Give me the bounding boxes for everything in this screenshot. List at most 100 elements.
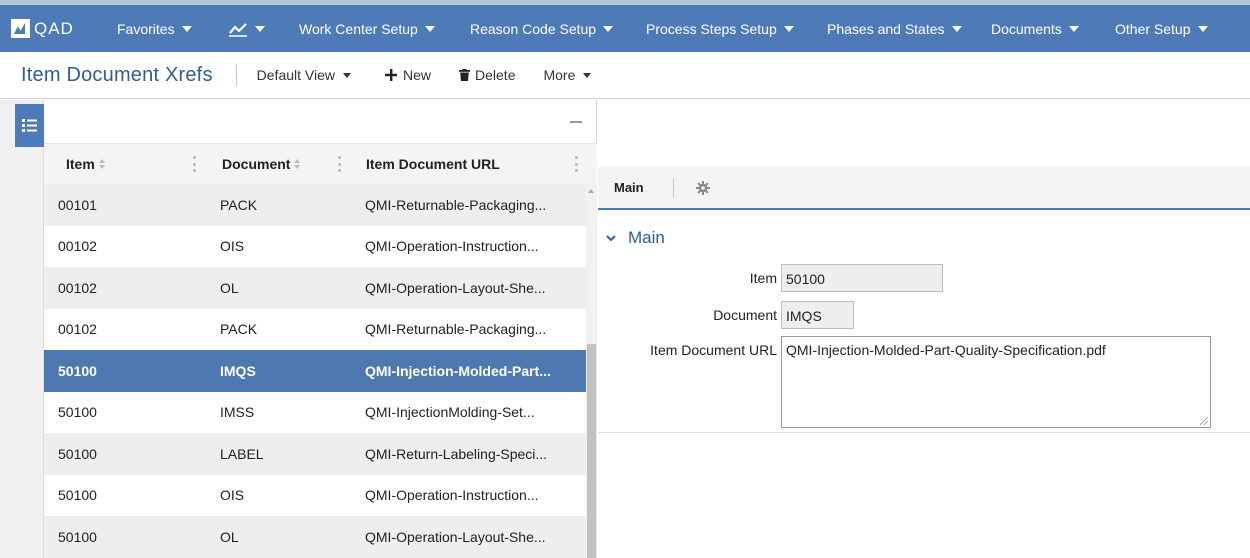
toolbar: Item Document Xrefs Default View New Del… — [0, 52, 1250, 99]
cell-item: 00102 — [58, 321, 97, 338]
document-label: Document — [713, 307, 777, 323]
caret-down-icon — [1068, 25, 1079, 32]
delete-label: Delete — [475, 67, 516, 83]
new-label: New — [403, 67, 432, 83]
caret-down-icon — [343, 72, 351, 78]
table-row[interactable]: 50100 OIS QMI-Operation-Instruction... — [44, 475, 586, 517]
table-row[interactable]: 00102 PACK QMI-Returnable-Packaging... — [44, 309, 586, 351]
column-menu-icon[interactable] — [575, 156, 578, 172]
section-main-title: Main — [628, 228, 665, 247]
nav-reason-code-setup-label: Reason Code Setup — [470, 20, 597, 37]
nav-favorites-label: Favorites — [117, 20, 175, 37]
item-document-url-label: Item Document URL — [650, 342, 777, 358]
nav-favorites[interactable]: Favorites — [117, 5, 225, 52]
cell-url: QMI-Operation-Instruction... — [365, 238, 539, 255]
cell-item: 50100 — [58, 445, 97, 462]
column-header-item[interactable]: Item — [44, 144, 204, 184]
logo-text: QAD — [34, 18, 74, 38]
item-field: 50100 — [781, 264, 943, 292]
item-document-url-textarea[interactable]: QMI-Injection-Molded-Part-Quality-Specif… — [781, 336, 1211, 428]
column-header-item-label: Item — [66, 156, 95, 172]
cell-document: IMSS — [220, 404, 255, 421]
caret-down-icon — [783, 25, 794, 32]
sort-icon — [294, 159, 301, 169]
column-menu-icon[interactable] — [193, 156, 196, 172]
caret-down-icon — [603, 25, 614, 32]
sort-icon — [98, 159, 105, 169]
cell-document: PACK — [220, 321, 258, 338]
left-rail — [0, 100, 44, 558]
cell-item: 00102 — [58, 238, 97, 255]
toolbar-divider — [235, 64, 237, 86]
nav-work-center-setup-label: Work Center Setup — [299, 20, 418, 37]
column-menu-icon[interactable] — [338, 156, 341, 172]
table-row[interactable]: 00102 OL QMI-Operation-Layout-She... — [44, 267, 586, 309]
scrollbar-thumb[interactable] — [587, 344, 596, 558]
page-title: Item Document Xrefs — [21, 63, 213, 86]
document-field: IMQS — [781, 301, 854, 329]
cell-url: QMI-Returnable-Packaging... — [365, 196, 547, 213]
nav-phases-and-states[interactable]: Phases and States — [827, 5, 991, 52]
table-row[interactable]: 50100 IMQS QMI-Injection-Molded-Part... — [44, 350, 586, 392]
cell-url: QMI-Operation-Layout-She... — [365, 528, 546, 545]
form-row-item: Item 50100 — [598, 264, 943, 292]
column-header-document-label: Document — [222, 156, 291, 172]
more-label: More — [543, 67, 576, 83]
resize-grip-icon[interactable] — [1200, 417, 1208, 425]
caret-down-icon — [1197, 25, 1208, 32]
cell-url: QMI-Return-Labeling-Speci... — [365, 445, 548, 462]
qad-logo[interactable]: QAD — [0, 19, 117, 39]
plus-icon — [385, 69, 397, 81]
nav-documents-label: Documents — [991, 20, 1062, 37]
chevron-down-icon — [606, 235, 616, 242]
section-main-header[interactable]: Main — [606, 228, 665, 248]
list-view-button[interactable] — [15, 104, 44, 147]
tab-main[interactable]: Main — [614, 180, 644, 195]
grid-rows: 00101 PACK QMI-Returnable-Packaging... 0010… — [44, 184, 586, 558]
table-row[interactable]: 00101 PACK QMI-Returnable-Packaging... — [44, 184, 586, 226]
gear-icon[interactable] — [695, 180, 710, 195]
cell-item: 50100 — [58, 404, 97, 421]
table-row[interactable]: 50100 IMSS QMI-InjectionMolding-Set... — [44, 392, 586, 434]
vertical-scrollbar[interactable] — [586, 184, 597, 558]
column-header-url-label: Item Document URL — [366, 156, 500, 172]
trash-icon — [459, 69, 471, 81]
column-header-url[interactable]: Item Document URL — [349, 144, 586, 184]
cell-url: QMI-Returnable-Packaging... — [365, 321, 547, 338]
nav-other-setup[interactable]: Other Setup — [1115, 5, 1227, 52]
nav-analytics[interactable] — [225, 5, 299, 52]
cell-document: PACK — [220, 196, 258, 213]
table-row[interactable]: 50100 LABEL QMI-Return-Labeling-Speci... — [44, 433, 586, 475]
list-icon — [22, 119, 37, 132]
scroll-up-icon[interactable] — [588, 189, 594, 193]
column-header-document[interactable]: Document — [204, 144, 349, 184]
cell-document: OL — [220, 279, 239, 296]
nav-documents[interactable]: Documents — [991, 5, 1115, 52]
cell-url: QMI-InjectionMolding-Set... — [365, 404, 535, 421]
detail-tab-bar: Main — [598, 167, 1250, 210]
table-row[interactable]: 00102 OIS QMI-Operation-Instruction... — [44, 226, 586, 268]
default-view-dropdown[interactable]: Default View — [257, 67, 351, 83]
nav-reason-code-setup[interactable]: Reason Code Setup — [470, 5, 646, 52]
qad-logo-icon — [11, 19, 30, 38]
records-grid: Item Document Item Document URL 00101 PAC… — [44, 100, 597, 558]
new-button[interactable]: New — [385, 67, 431, 83]
nav-work-center-setup[interactable]: Work Center Setup — [299, 5, 470, 52]
cell-item: 50100 — [58, 362, 97, 379]
tab-divider — [672, 177, 674, 198]
minimize-icon[interactable] — [570, 121, 582, 123]
cell-url: QMI-Operation-Layout-She... — [365, 279, 546, 296]
caret-down-icon — [255, 25, 265, 32]
caret-down-icon — [181, 25, 192, 32]
table-row[interactable]: 50100 OL QMI-Operation-Layout-She... — [44, 516, 586, 558]
nav-phases-and-states-label: Phases and States — [827, 20, 945, 37]
chart-line-icon — [229, 22, 247, 37]
nav-process-steps-setup[interactable]: Process Steps Setup — [646, 5, 827, 52]
section-divider — [598, 432, 1250, 433]
delete-button[interactable]: Delete — [459, 67, 515, 83]
more-dropdown[interactable]: More — [543, 67, 592, 83]
grid-top-bar — [44, 100, 596, 143]
item-document-url-value: QMI-Injection-Molded-Part-Quality-Specif… — [786, 342, 1106, 358]
cell-document: LABEL — [220, 445, 264, 462]
cell-document: OL — [220, 528, 239, 545]
